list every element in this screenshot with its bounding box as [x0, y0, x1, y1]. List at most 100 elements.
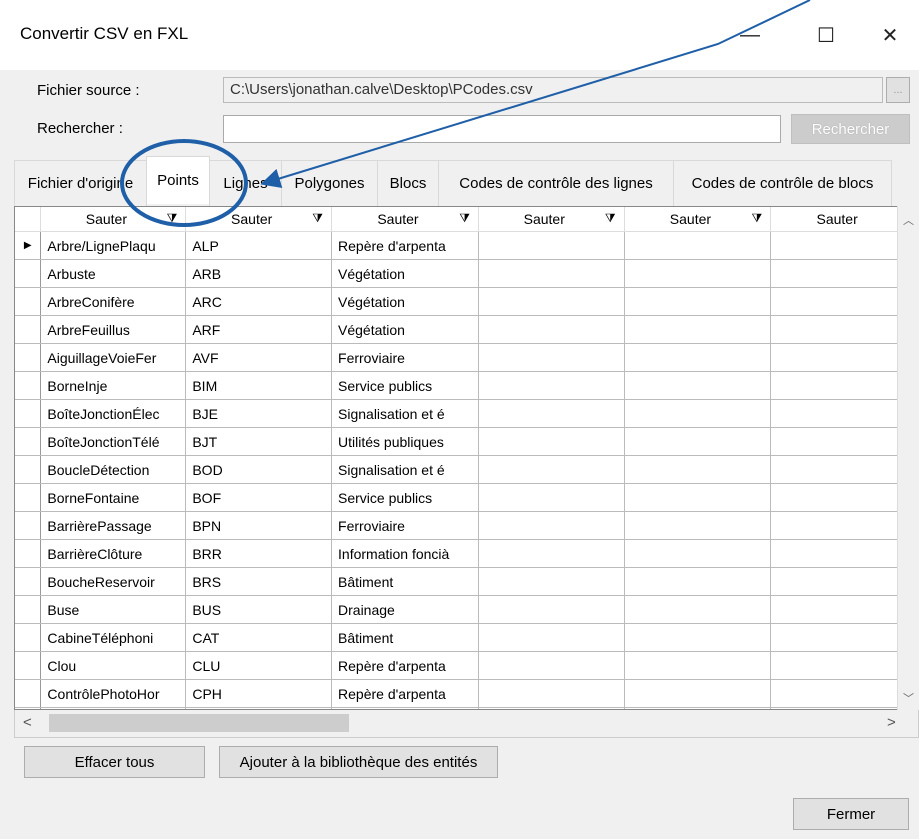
- table-cell[interactable]: BOF: [185, 483, 333, 512]
- tab-blocs[interactable]: Blocs: [377, 160, 439, 206]
- table-cell[interactable]: BarrièrePassage: [40, 511, 187, 540]
- table-cell[interactable]: [770, 539, 918, 568]
- table-cell[interactable]: [770, 259, 918, 288]
- table-cell[interactable]: [624, 259, 772, 288]
- table-cell[interactable]: Clou: [40, 651, 187, 680]
- table-row[interactable]: BoucheReservoir BRS Bâtiment: [15, 567, 918, 596]
- table-cell[interactable]: [770, 651, 918, 680]
- table-cell[interactable]: [770, 427, 918, 456]
- table-cell[interactable]: [478, 259, 625, 288]
- table-row[interactable]: ContrôlePhotoHor CPH Repère d'arpenta: [15, 679, 918, 708]
- table-cell[interactable]: Bâtiment: [331, 567, 479, 596]
- table-cell[interactable]: BJT: [185, 427, 333, 456]
- table-row[interactable]: ArbreFeuillus ARF Végétation: [15, 315, 918, 344]
- table-cell[interactable]: [478, 343, 625, 372]
- table-row[interactable]: ArbreConifère ARC Végétation: [15, 287, 918, 316]
- table-cell[interactable]: [770, 511, 918, 540]
- table-cell[interactable]: Végétation: [331, 315, 479, 344]
- table-cell[interactable]: ContrôlePhotoHor: [40, 679, 187, 708]
- column-header[interactable]: Sauter: [770, 207, 918, 232]
- table-cell[interactable]: [478, 455, 625, 484]
- table-cell[interactable]: BRR: [185, 539, 333, 568]
- row-header[interactable]: [15, 455, 42, 484]
- table-cell[interactable]: Service publics: [331, 371, 479, 400]
- table-cell[interactable]: [624, 315, 772, 344]
- table-cell[interactable]: BoucleDétection: [40, 455, 187, 484]
- table-row[interactable]: BoîteJonctionTélé BJT Utilités publiques: [15, 427, 918, 456]
- table-cell[interactable]: Bâtiment: [331, 623, 479, 652]
- close-button[interactable]: Fermer: [793, 798, 909, 830]
- row-header[interactable]: [15, 343, 42, 372]
- table-cell[interactable]: ArbreFeuillus: [40, 315, 187, 344]
- scroll-left-icon[interactable]: <: [23, 714, 32, 731]
- table-cell[interactable]: [478, 539, 625, 568]
- table-cell[interactable]: [770, 679, 918, 708]
- table-cell[interactable]: Information foncià: [331, 539, 479, 568]
- filter-icon[interactable]: ⧩: [459, 211, 470, 226]
- table-cell[interactable]: BoîteJonctionTélé: [40, 427, 187, 456]
- table-row[interactable]: Arbuste ARB Végétation: [15, 259, 918, 288]
- close-window-button[interactable]: ✕: [861, 0, 919, 70]
- search-button[interactable]: Rechercher: [791, 114, 910, 144]
- table-cell[interactable]: [624, 371, 772, 400]
- table-row[interactable]: ▶ Arbre/LignePlaqu ALP Repère d'arpenta: [15, 231, 918, 260]
- table-row[interactable]: BarrièrePassage BPN Ferroviaire: [15, 511, 918, 540]
- column-header[interactable]: Sauter ⧩: [624, 207, 772, 232]
- current-row-indicator-icon[interactable]: ▶: [15, 231, 42, 260]
- table-cell[interactable]: [770, 371, 918, 400]
- scroll-up-icon[interactable]: ︿: [903, 212, 914, 228]
- table-cell[interactable]: BoucheReservoir: [40, 567, 187, 596]
- table-cell[interactable]: Repère d'arpenta: [331, 679, 479, 708]
- filter-icon[interactable]: ⧩: [167, 211, 178, 226]
- table-cell[interactable]: [770, 399, 918, 428]
- table-row[interactable]: Buse BUS Drainage: [15, 595, 918, 624]
- row-header[interactable]: [15, 427, 42, 456]
- clear-all-button[interactable]: Effacer tous: [24, 746, 205, 778]
- table-cell[interactable]: [478, 567, 625, 596]
- filter-icon[interactable]: ⧩: [605, 211, 616, 226]
- table-row[interactable]: BoucleDétection BOD Signalisation et é: [15, 455, 918, 484]
- table-cell[interactable]: [624, 651, 772, 680]
- table-cell[interactable]: AiguillageVoieFer: [40, 343, 187, 372]
- row-header[interactable]: [15, 315, 42, 344]
- table-cell[interactable]: [478, 511, 625, 540]
- table-cell[interactable]: Ferroviaire: [331, 343, 479, 372]
- table-cell[interactable]: [478, 315, 625, 344]
- table-cell[interactable]: [624, 567, 772, 596]
- table-cell[interactable]: BIM: [185, 371, 333, 400]
- horizontal-scrollbar[interactable]: < >: [14, 710, 919, 738]
- maximize-button[interactable]: ☐: [797, 0, 855, 70]
- table-cell[interactable]: [770, 483, 918, 512]
- scroll-thumb[interactable]: [49, 714, 349, 732]
- table-cell[interactable]: [478, 651, 625, 680]
- table-cell[interactable]: [770, 343, 918, 372]
- table-cell[interactable]: Signalisation et é: [331, 399, 479, 428]
- table-cell[interactable]: AVF: [185, 343, 333, 372]
- row-header[interactable]: [15, 287, 42, 316]
- table-cell[interactable]: [624, 343, 772, 372]
- table-cell[interactable]: [770, 567, 918, 596]
- table-cell[interactable]: BorneFontaine: [40, 483, 187, 512]
- table-cell[interactable]: BRS: [185, 567, 333, 596]
- table-cell[interactable]: [624, 511, 772, 540]
- table-cell[interactable]: [478, 595, 625, 624]
- row-header[interactable]: [15, 539, 42, 568]
- scroll-right-icon[interactable]: >: [887, 714, 896, 731]
- filter-icon[interactable]: ⧩: [312, 211, 323, 226]
- table-cell[interactable]: Végétation: [331, 259, 479, 288]
- table-cell[interactable]: BUS: [185, 595, 333, 624]
- table-cell[interactable]: BorneInje: [40, 371, 187, 400]
- table-cell[interactable]: Signalisation et é: [331, 455, 479, 484]
- filter-icon[interactable]: ⧩: [752, 211, 763, 226]
- table-row[interactable]: BarrièreClôture BRR Information foncià: [15, 539, 918, 568]
- table-cell[interactable]: [478, 483, 625, 512]
- table-cell[interactable]: Arbuste: [40, 259, 187, 288]
- points-grid[interactable]: Sauter ⧩ Sauter ⧩ Sauter ⧩ Sauter ⧩ Sauter ⧩ …: [14, 206, 919, 710]
- table-cell[interactable]: [624, 595, 772, 624]
- table-row[interactable]: Clou CLU Repère d'arpenta: [15, 651, 918, 680]
- table-cell[interactable]: Drainage: [331, 595, 479, 624]
- table-row[interactable]: BorneInje BIM Service publics: [15, 371, 918, 400]
- row-header[interactable]: [15, 399, 42, 428]
- table-row[interactable]: CabineTéléphoni CAT Bâtiment: [15, 623, 918, 652]
- table-cell[interactable]: [478, 231, 625, 260]
